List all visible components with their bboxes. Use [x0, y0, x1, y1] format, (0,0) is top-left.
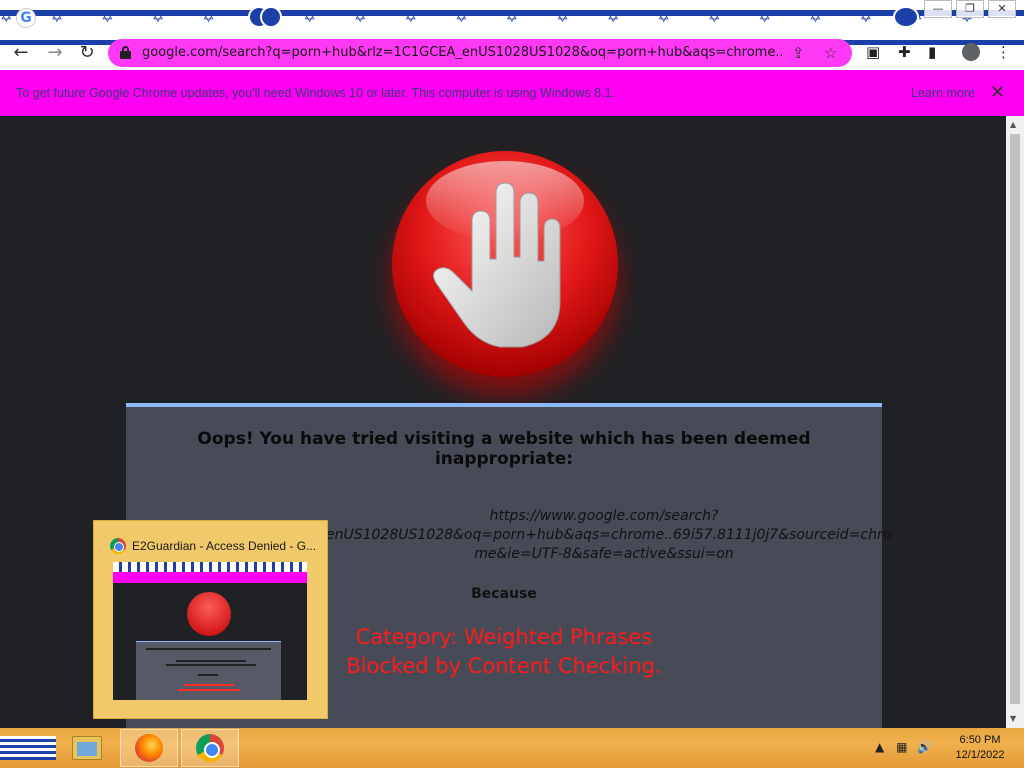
- browser-toolbar: ← → ↻ google.com/search?q=porn+hub&rlz=1…: [0, 36, 1024, 70]
- stop-hand-icon: [392, 151, 618, 377]
- blocked-url-line3: me&ie=UTF-8&safe=active&ssui=on: [474, 546, 734, 562]
- taskbar-thumbnail-preview[interactable]: E2Guardian - Access Denied - G...: [93, 520, 328, 719]
- system-tray: ▲ ▦ 🔊: [875, 740, 932, 754]
- infobar-close-icon[interactable]: ✕: [990, 82, 1005, 103]
- address-bar[interactable]: google.com/search?q=porn+hub&rlz=1C1GCEA…: [108, 39, 852, 67]
- blocked-url-line1: https://www.google.com/search?: [489, 508, 719, 524]
- tab-search-icon[interactable]: [893, 6, 919, 28]
- extension-icon[interactable]: ▣: [866, 43, 880, 61]
- stop-hand-icon: [187, 592, 231, 636]
- system-clock[interactable]: 6:50 PM 12/1/2022: [950, 733, 1010, 763]
- clock-date: 12/1/2022: [955, 749, 1005, 761]
- minimize-icon[interactable]: —: [924, 0, 952, 18]
- scroll-thumb[interactable]: [1010, 134, 1020, 704]
- network-icon[interactable]: ▦: [896, 740, 907, 754]
- preview-thumbnail[interactable]: [113, 562, 307, 700]
- close-window-icon[interactable]: ✕: [988, 0, 1016, 18]
- blocked-url-line2: enUS1028US1028&oq=porn+hub&aqs=chrome..6…: [326, 527, 892, 543]
- clock-time: 6:50 PM: [959, 734, 1001, 746]
- chrome-icon[interactable]: [196, 734, 224, 762]
- restore-icon[interactable]: ❐: [956, 0, 984, 18]
- file-explorer-icon[interactable]: [72, 736, 102, 760]
- tab-strip: ✡✡✡✡✡✡✡✡✡✡✡✡✡✡✡✡✡✡✡✡ G — ❐ ✕: [0, 0, 1024, 36]
- share-icon[interactable]: ⇪: [792, 44, 805, 62]
- update-infobar: To get future Google Chrome updates, you…: [0, 70, 1024, 116]
- google-favicon-icon[interactable]: G: [16, 8, 36, 28]
- volume-icon[interactable]: 🔊: [917, 740, 932, 754]
- back-icon[interactable]: ←: [10, 42, 32, 64]
- forward-icon[interactable]: →: [44, 42, 66, 64]
- taskbar: ▲ ▦ 🔊 6:50 PM 12/1/2022: [0, 728, 1024, 768]
- profile-icon[interactable]: [962, 43, 980, 61]
- reload-icon[interactable]: ↻: [76, 42, 98, 64]
- new-tab-icon[interactable]: [260, 6, 282, 28]
- star-icon[interactable]: ☆: [824, 44, 837, 62]
- start-button[interactable]: [0, 736, 56, 760]
- menu-icon[interactable]: ⋮: [996, 43, 1011, 61]
- lock-icon[interactable]: [120, 46, 131, 59]
- show-hidden-icons-icon[interactable]: ▲: [875, 740, 884, 754]
- scroll-down-icon[interactable]: ▼: [1010, 714, 1016, 723]
- puzzle-icon[interactable]: ✚: [898, 43, 911, 61]
- infobar-message: To get future Google Chrome updates, you…: [16, 86, 615, 100]
- window-controls: — ❐ ✕: [924, 0, 1016, 18]
- firefox-icon[interactable]: [135, 734, 163, 762]
- scroll-up-icon[interactable]: ▲: [1010, 120, 1016, 129]
- url-text[interactable]: google.com/search?q=porn+hub&rlz=1C1GCEA…: [142, 45, 782, 60]
- learn-more-link[interactable]: Learn more: [911, 86, 975, 100]
- preview-title: E2Guardian - Access Denied - G...: [132, 539, 317, 553]
- theme-star-pattern: ✡✡✡✡✡✡✡✡✡✡✡✡✡✡✡✡✡✡✡✡: [0, 8, 1012, 26]
- vertical-scrollbar[interactable]: ▲ ▼: [1006, 116, 1024, 728]
- sidebar-icon[interactable]: ▮: [928, 43, 936, 61]
- block-heading: Oops! You have tried visiting a website …: [197, 429, 811, 469]
- chrome-icon: [110, 538, 126, 554]
- blocked-url: https://www.google.com/search? enUS1028U…: [326, 507, 892, 564]
